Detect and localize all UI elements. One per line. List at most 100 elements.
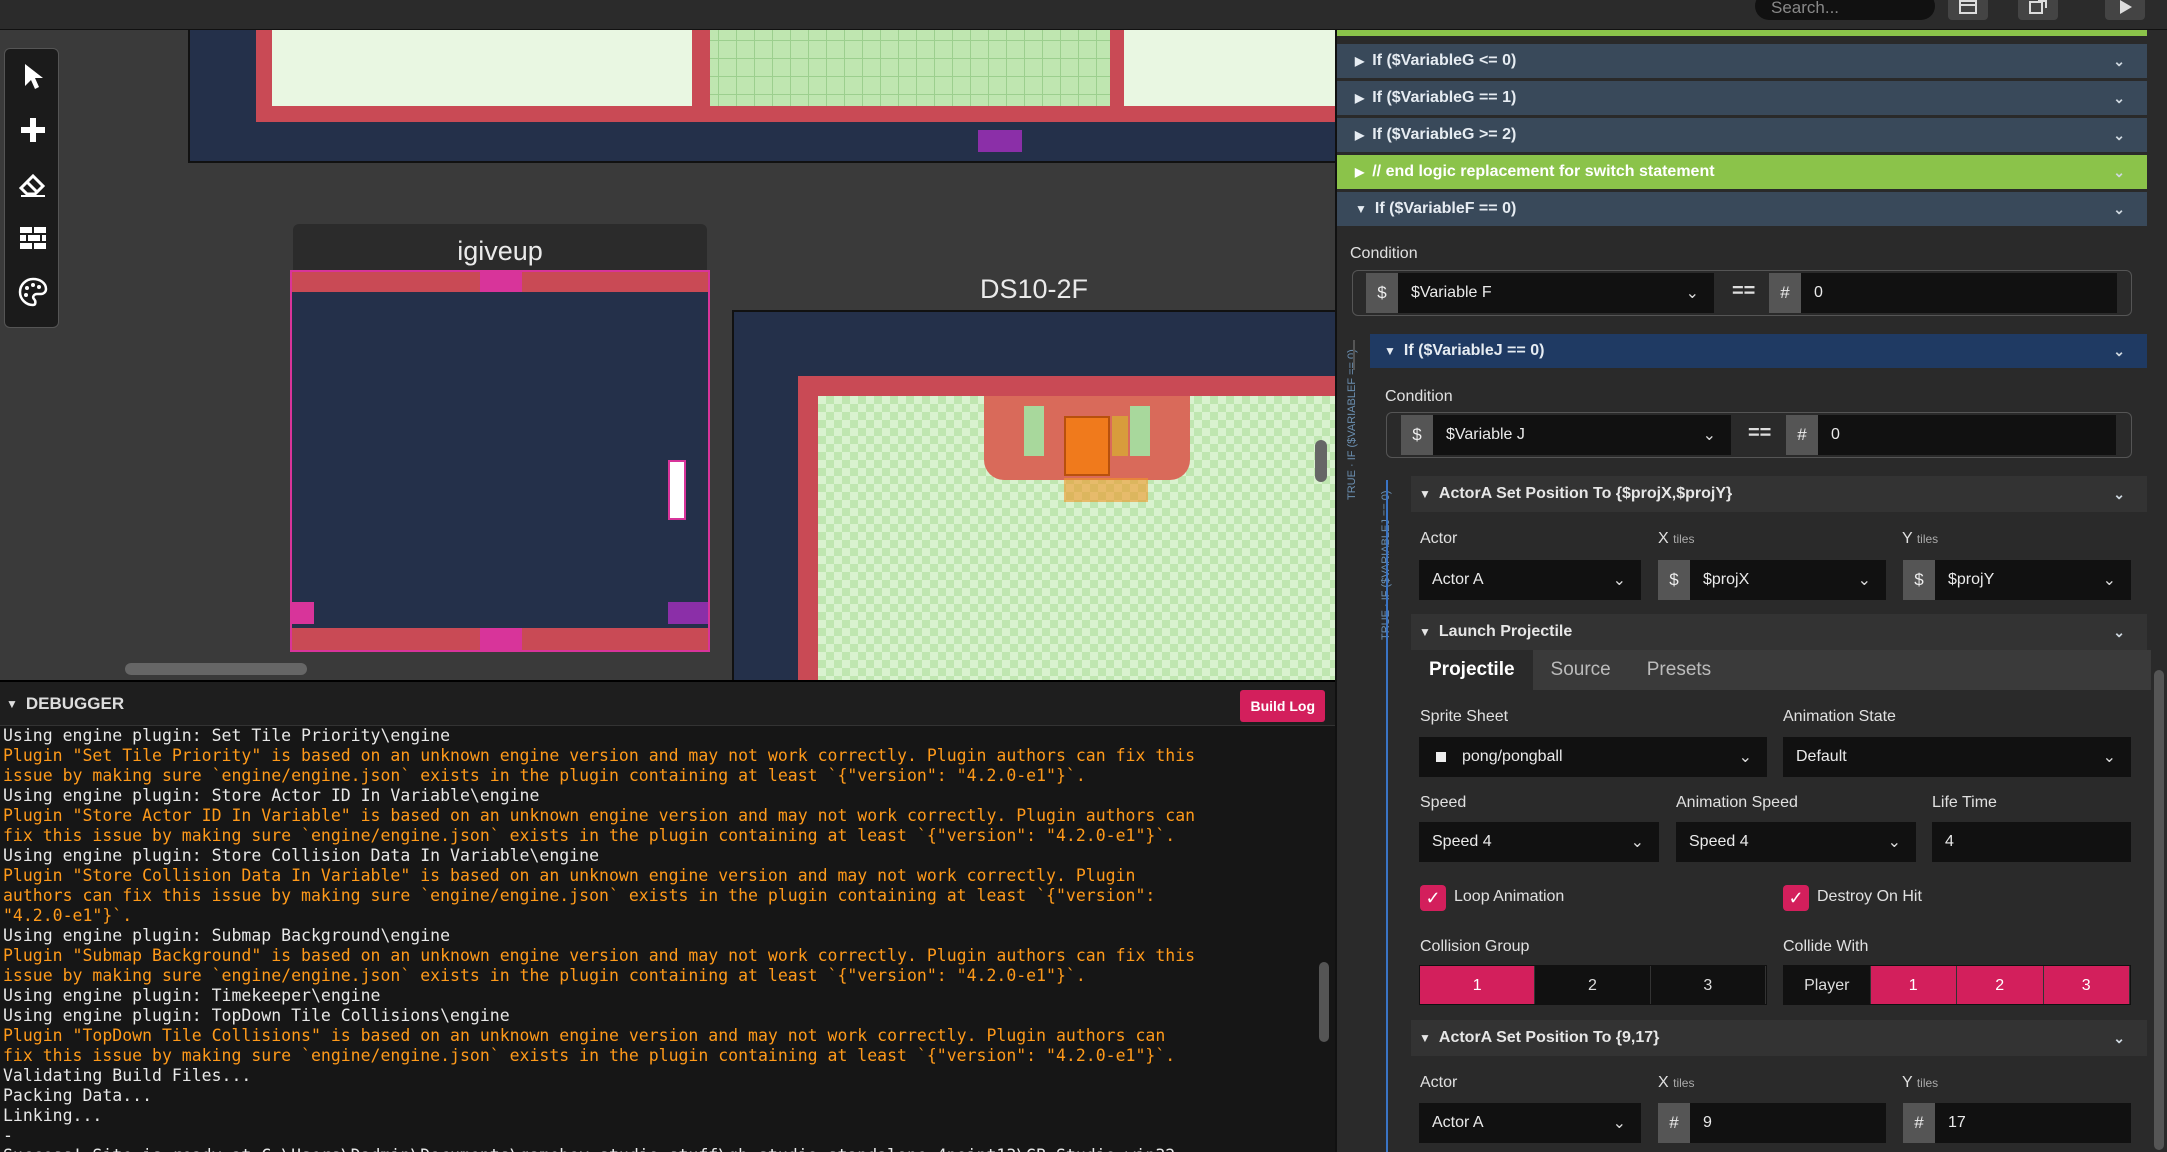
paint-tool[interactable] (5, 265, 60, 319)
value-type-button[interactable]: # (1769, 273, 1801, 313)
event-if-g-le0[interactable]: ▶ If ($VariableG <= 0) ⌄ (1337, 44, 2147, 78)
select-value: $Variable J (1446, 426, 1525, 443)
chevron-down-icon: ⌄ (1685, 285, 1699, 302)
event-title: ActorA Set Position To {9,17} (1438, 1029, 1660, 1046)
scene-igiveup[interactable] (290, 270, 710, 652)
chevron-down-icon[interactable]: ⌄ (2113, 164, 2125, 181)
operator-label[interactable]: == (1748, 422, 1771, 445)
destroy-on-hit-checkbox[interactable]: ✓ (1783, 885, 1809, 911)
collide-with-label: Collide With (1783, 938, 1869, 955)
animation-speed-select[interactable]: Speed 4 ⌄ (1676, 822, 1916, 862)
value-f-input[interactable]: 0 (1801, 273, 2117, 313)
actor-select[interactable]: Actor A ⌄ (1419, 1103, 1641, 1143)
tab-projectile[interactable]: Projectile (1411, 650, 1533, 690)
x-type-button[interactable]: # (1658, 1103, 1690, 1143)
event-if-g-eq1[interactable]: ▶ If ($VariableG == 1) ⌄ (1337, 81, 2147, 115)
event-if-f-eq0[interactable]: ▼ If ($VariableF == 0) ⌄ (1337, 192, 2147, 226)
canvas-horizontal-scrollbar[interactable] (125, 663, 307, 675)
animation-state-label: Animation State (1783, 708, 1896, 725)
collide-with-1[interactable]: 1 (1870, 966, 1957, 1004)
tab-presets[interactable]: Presets (1629, 650, 1729, 690)
scene-igiveup-header[interactable]: igiveup (293, 224, 707, 270)
sprite-sheet-label: Sprite Sheet (1420, 708, 1509, 725)
chevron-down-icon[interactable]: ⌄ (2113, 53, 2125, 70)
ds10-trigger[interactable] (1064, 478, 1148, 502)
debugger-scrollbar[interactable] (1319, 962, 1329, 1042)
search-input[interactable]: Search... (1755, 0, 1935, 20)
select-tool[interactable] (5, 49, 60, 103)
panel-scrollbar[interactable] (2154, 670, 2164, 1150)
tab-source[interactable]: Source (1533, 650, 1629, 690)
collision-group-2[interactable]: 2 (1535, 966, 1651, 1004)
export-icon (2029, 0, 2047, 14)
actor-select[interactable]: Actor A ⌄ (1419, 560, 1641, 600)
run-browser-button[interactable] (1948, 0, 1988, 20)
value-j-input[interactable]: 0 (1818, 415, 2116, 455)
operator-label[interactable]: == (1732, 280, 1755, 303)
y-variable-select[interactable]: $projY ⌄ (1935, 560, 2131, 600)
scene-top[interactable] (188, 30, 1335, 163)
igiveup-left-trigger[interactable] (292, 602, 314, 624)
chevron-down-icon[interactable]: ⌄ (2113, 201, 2125, 218)
y-value-input[interactable]: 17 (1935, 1103, 2131, 1143)
x-type-button[interactable]: $ (1658, 560, 1690, 600)
collide-with-player[interactable]: Player (1784, 966, 1871, 1004)
caret-down-icon: ▼ (1355, 202, 1367, 216)
collision-group-3[interactable]: 3 (1650, 966, 1766, 1004)
loop-animation-checkbox[interactable]: ✓ (1420, 885, 1446, 911)
chevron-down-icon: ⌄ (1612, 572, 1626, 589)
event-launch-projectile[interactable]: ▼ Launch Projectile ⌄ (1411, 614, 2147, 650)
export-button[interactable] (2018, 0, 2058, 20)
collision-tool[interactable] (5, 211, 60, 265)
chevron-down-icon[interactable]: ⌄ (2113, 624, 2125, 641)
variable-type-button[interactable]: $ (1366, 273, 1398, 313)
chevron-down-icon[interactable]: ⌄ (2113, 90, 2125, 107)
y-type-button[interactable]: # (1903, 1103, 1935, 1143)
event-if-j-eq0[interactable]: ▼ If ($VariableJ == 0) ⌄ (1370, 334, 2147, 368)
build-log-button[interactable]: Build Log (1240, 690, 1325, 722)
variable-type-button[interactable]: $ (1401, 415, 1433, 455)
value-type-button[interactable]: # (1786, 415, 1818, 455)
collide-with-2[interactable]: 2 (1957, 966, 2044, 1004)
collide-with-3[interactable]: 3 (2043, 966, 2130, 1004)
collision-group-label: Collision Group (1420, 938, 1530, 955)
life-time-input[interactable]: 4 (1932, 822, 2131, 862)
igiveup-paddle-actor[interactable] (668, 460, 686, 520)
chevron-down-icon: ⌄ (1630, 834, 1644, 851)
chevron-down-icon[interactable]: ⌄ (2113, 1030, 2125, 1047)
comment-row-partial (1337, 30, 2147, 36)
event-set-position-2[interactable]: ▼ ActorA Set Position To {9,17} ⌄ (1411, 1020, 2147, 1056)
canvas-vertical-scrollbar[interactable] (1315, 440, 1327, 482)
destroy-on-hit-label: Destroy On Hit (1817, 888, 1922, 905)
ds10-door-actor[interactable] (1064, 416, 1110, 476)
chevron-down-icon[interactable]: ⌄ (2113, 127, 2125, 144)
x-variable-select[interactable]: $projX ⌄ (1690, 560, 1886, 600)
add-tool[interactable] (5, 103, 60, 157)
eraser-tool[interactable] (5, 157, 60, 211)
collision-group-1[interactable]: 1 (1420, 966, 1536, 1004)
igiveup-right-trigger[interactable] (668, 602, 708, 624)
play-button[interactable] (2105, 0, 2145, 20)
chevron-down-icon[interactable]: ⌄ (2113, 486, 2125, 503)
scene-top-trigger[interactable] (978, 130, 1022, 152)
debugger-header[interactable]: ▼ DEBUGGER Build Log (0, 682, 1335, 726)
x-value-input[interactable]: 9 (1690, 1103, 1886, 1143)
igiveup-bottom-trigger[interactable] (480, 628, 522, 650)
igiveup-top-trigger[interactable] (480, 272, 522, 292)
chevron-down-icon: ⌄ (1738, 749, 1752, 766)
animation-state-select[interactable]: Default ⌄ (1783, 737, 2131, 777)
scene-ds10-2f[interactable] (732, 310, 1335, 680)
chevron-down-icon[interactable]: ⌄ (2113, 343, 2125, 360)
event-if-g-ge2[interactable]: ▶ If ($VariableG >= 2) ⌄ (1337, 118, 2147, 152)
sprite-sheet-select[interactable]: pong/pongball ⌄ (1419, 737, 1767, 777)
caret-right-icon: ▶ (1355, 128, 1365, 142)
event-set-position-1[interactable]: ▼ ActorA Set Position To {$projX,$projY} ⌄ (1411, 476, 2147, 512)
log-line: Packing Data... (3, 1086, 153, 1105)
y-type-button[interactable]: $ (1903, 560, 1935, 600)
world-canvas[interactable]: igiveup DS10-2F (0, 30, 1335, 680)
ds10-lamp (1112, 416, 1128, 456)
variable-f-select[interactable]: $Variable F ⌄ (1398, 273, 1714, 313)
event-comment-end[interactable]: ▶ // end logic replacement for switch sta… (1337, 155, 2147, 189)
variable-j-select[interactable]: $Variable J ⌄ (1433, 415, 1731, 455)
speed-select[interactable]: Speed 4 ⌄ (1419, 822, 1659, 862)
